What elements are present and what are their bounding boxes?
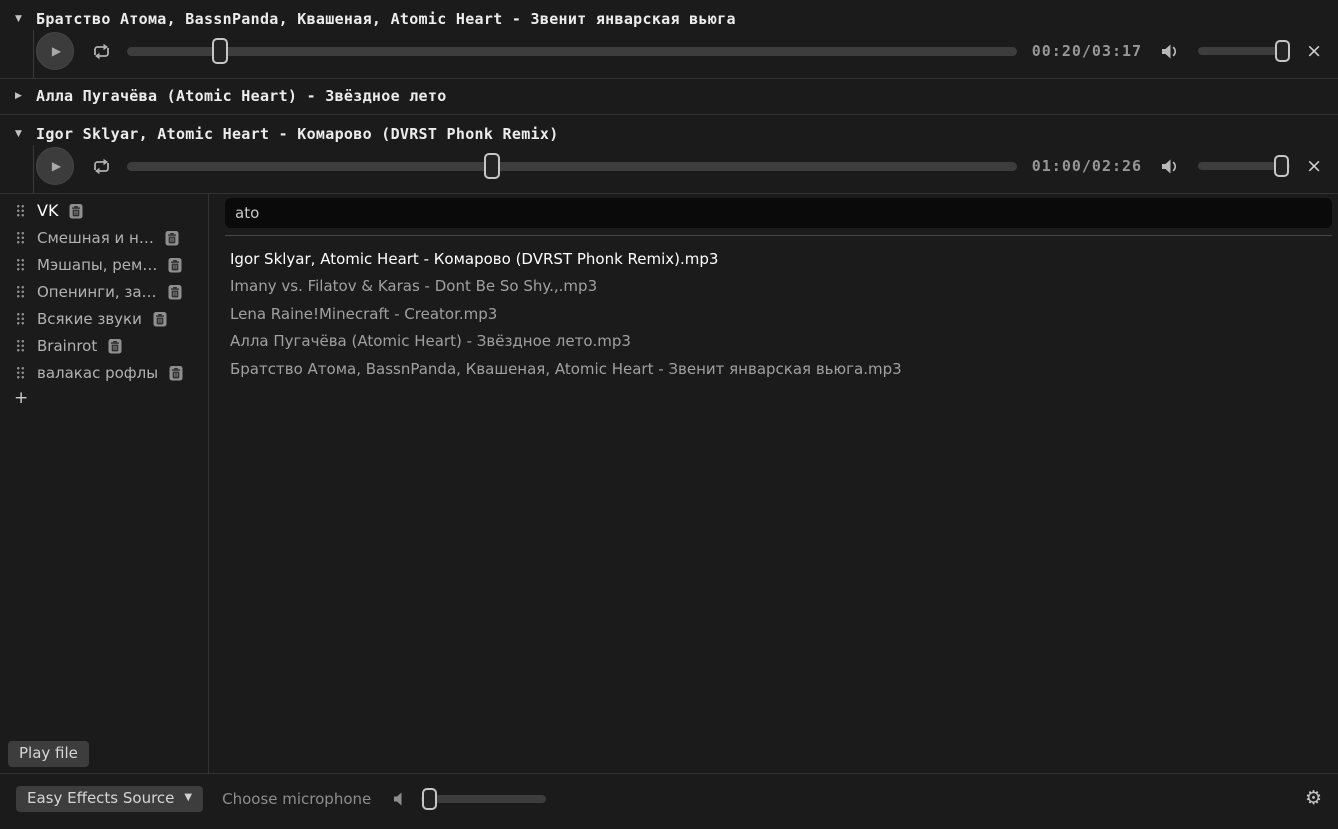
search-input[interactable] bbox=[225, 198, 1332, 228]
sidebar-item-label: валакас рофлы bbox=[37, 364, 158, 382]
file-item[interactable]: Igor Sklyar, Atomic Heart - Комарово (DV… bbox=[225, 245, 1332, 273]
drag-handle-icon[interactable] bbox=[16, 231, 25, 244]
sidebar-item-valakas[interactable]: валакас рофлы bbox=[0, 359, 208, 386]
close-icon[interactable]: × bbox=[1306, 42, 1322, 61]
player-row: ▼ Igor Sklyar, Atomic Heart - Комарово (… bbox=[0, 115, 1338, 194]
track-title: Братство Атома, BassnPanda, Квашеная, At… bbox=[36, 10, 736, 28]
player-row: ▼ Братство Атома, BassnPanda, Квашеная, … bbox=[0, 0, 1338, 79]
seek-slider[interactable] bbox=[127, 47, 1017, 56]
source-selector-label: Easy Effects Source bbox=[27, 789, 174, 807]
seek-slider[interactable] bbox=[127, 162, 1017, 171]
search-bar bbox=[225, 198, 1332, 236]
drag-handle-icon[interactable] bbox=[16, 312, 25, 325]
volume-slider[interactable] bbox=[1198, 162, 1290, 170]
delete-playlist-icon[interactable] bbox=[69, 203, 83, 219]
track-title: Igor Sklyar, Atomic Heart - Комарово (DV… bbox=[36, 125, 559, 143]
delete-playlist-icon[interactable] bbox=[108, 338, 122, 354]
player-header[interactable]: ▼ Братство Атома, BassnPanda, Квашеная, … bbox=[0, 0, 1338, 30]
repeat-icon[interactable] bbox=[91, 156, 112, 177]
microphone-volume-slider[interactable] bbox=[421, 795, 546, 803]
close-icon[interactable]: × bbox=[1306, 157, 1322, 176]
delete-playlist-icon[interactable] bbox=[168, 284, 182, 300]
play-button[interactable]: ▶ bbox=[36, 32, 74, 70]
file-item[interactable]: Алла Пугачёва (Atomic Heart) - Звёздное … bbox=[225, 328, 1332, 356]
time-display: 01:00/02:26 bbox=[1032, 157, 1142, 175]
volume-icon[interactable] bbox=[1159, 157, 1181, 176]
play-icon: ▶ bbox=[52, 45, 61, 57]
file-item[interactable]: Братство Атома, BassnPanda, Квашеная, At… bbox=[225, 355, 1332, 383]
expander-open-icon[interactable]: ▼ bbox=[15, 14, 27, 24]
sidebar-item-smeshnaya[interactable]: Смешная и н… bbox=[0, 224, 208, 251]
volume-slider-handle[interactable] bbox=[1275, 40, 1290, 62]
play-icon: ▶ bbox=[52, 160, 61, 172]
player-header[interactable]: ▼ Igor Sklyar, Atomic Heart - Комарово (… bbox=[0, 115, 1338, 145]
sidebar-item-label: Смешная и н… bbox=[37, 229, 154, 247]
play-file-button[interactable]: Play file bbox=[8, 741, 89, 767]
player-header[interactable]: ▶ Алла Пугачёва (Atomic Heart) - Звёздно… bbox=[0, 79, 1338, 114]
delete-playlist-icon[interactable] bbox=[165, 230, 179, 246]
drag-handle-icon[interactable] bbox=[16, 285, 25, 298]
file-list: Igor Sklyar, Atomic Heart - Комарово (DV… bbox=[225, 236, 1332, 383]
sidebar-item-label: VK bbox=[37, 201, 58, 220]
volume-icon[interactable] bbox=[1159, 42, 1181, 61]
player-controls: ▶ 00:20/03:17 × bbox=[33, 30, 1338, 78]
delete-playlist-icon[interactable] bbox=[169, 365, 183, 381]
volume-slider-handle[interactable] bbox=[1274, 155, 1289, 177]
bottom-bar: Easy Effects Source ▼ Choose microphone … bbox=[0, 773, 1338, 829]
seek-slider-handle[interactable] bbox=[484, 153, 500, 179]
chevron-down-icon: ▼ bbox=[184, 792, 192, 803]
drag-handle-icon[interactable] bbox=[16, 258, 25, 271]
muted-speaker-icon[interactable] bbox=[392, 791, 408, 807]
sidebar-item-label: Опенинги, за… bbox=[37, 283, 157, 301]
repeat-icon[interactable] bbox=[91, 41, 112, 62]
delete-playlist-icon[interactable] bbox=[168, 257, 182, 273]
choose-microphone-label: Choose microphone bbox=[222, 790, 371, 808]
sidebar-item-vk[interactable]: VK bbox=[0, 197, 208, 224]
drag-handle-icon[interactable] bbox=[16, 366, 25, 379]
seek-slider-handle[interactable] bbox=[212, 38, 228, 64]
play-button[interactable]: ▶ bbox=[36, 147, 74, 185]
microphone-volume-handle[interactable] bbox=[422, 788, 437, 810]
sidebar-item-label: Всякие звуки bbox=[37, 310, 142, 328]
track-title: Алла Пугачёва (Atomic Heart) - Звёздное … bbox=[36, 87, 447, 105]
expander-closed-icon[interactable]: ▶ bbox=[15, 91, 27, 101]
drag-handle-icon[interactable] bbox=[16, 204, 25, 217]
delete-playlist-icon[interactable] bbox=[153, 311, 167, 327]
player-controls: ▶ 01:00/02:26 × bbox=[33, 145, 1338, 193]
volume-slider[interactable] bbox=[1198, 47, 1290, 55]
file-item[interactable]: Lena Raine!Minecraft - Creator.mp3 bbox=[225, 300, 1332, 328]
player-row: ▶ Алла Пугачёва (Atomic Heart) - Звёздно… bbox=[0, 79, 1338, 115]
main-region: VK Смешная и н… Мэшапы, рем… Опенинги, з… bbox=[0, 194, 1338, 773]
sidebar-item-sounds[interactable]: Всякие звуки bbox=[0, 305, 208, 332]
file-panel: Igor Sklyar, Atomic Heart - Комарово (DV… bbox=[209, 194, 1338, 773]
expander-open-icon[interactable]: ▼ bbox=[15, 129, 27, 139]
time-display: 00:20/03:17 bbox=[1032, 42, 1142, 60]
playlist-sidebar: VK Смешная и н… Мэшапы, рем… Опенинги, з… bbox=[0, 194, 209, 773]
sidebar-item-label: Мэшапы, рем… bbox=[37, 256, 157, 274]
sidebar-item-openings[interactable]: Опенинги, за… bbox=[0, 278, 208, 305]
sidebar-item-brainrot[interactable]: Brainrot bbox=[0, 332, 208, 359]
file-item[interactable]: Imany vs. Filatov & Karas - Dont Be So S… bbox=[225, 273, 1332, 301]
settings-gear-icon[interactable]: ⚙ bbox=[1305, 789, 1322, 808]
add-playlist-button[interactable]: + bbox=[14, 390, 32, 407]
source-selector-dropdown[interactable]: Easy Effects Source ▼ bbox=[16, 786, 203, 812]
sidebar-item-mashups[interactable]: Мэшапы, рем… bbox=[0, 251, 208, 278]
drag-handle-icon[interactable] bbox=[16, 339, 25, 352]
sidebar-item-label: Brainrot bbox=[37, 337, 97, 355]
